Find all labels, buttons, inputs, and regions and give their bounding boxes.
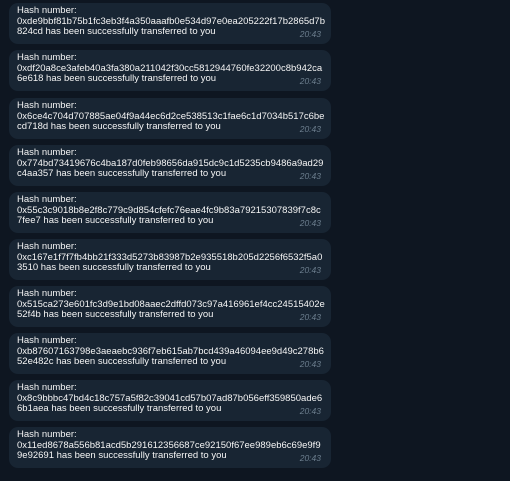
message-time: 20:43 xyxy=(299,359,321,369)
message-bubble[interactable]: Hash number: 0x515ca273e601fc3d9e1bd08aa… xyxy=(9,286,331,327)
message-title: Hash number: xyxy=(17,241,77,252)
message-bubble[interactable]: Hash number: 0xb87607163798e3aeaebc936f7… xyxy=(9,333,331,374)
message-text: 0xde9bbf81b75b1fc3eb3f4a350aaafb0e534d97… xyxy=(17,15,326,37)
message-title: Hash number: xyxy=(17,429,77,440)
message-text: 0xc167e1f7f7fb4bb21f333d5273b83987b2e935… xyxy=(17,251,323,273)
message-text: 0xdf20a8ce3afeb40a3fa380a211042f30cc5812… xyxy=(17,62,323,84)
message-time: 20:43 xyxy=(299,406,321,416)
message-text: 0x55c3c9018b8e2f8c779c9d854cfefc76eae4fc… xyxy=(17,204,321,226)
message-text: 0xb87607163798e3aeaebc936f7eb615ab7bcd43… xyxy=(17,345,324,367)
message-time: 20:43 xyxy=(299,218,321,228)
message-text: 0x11ed8678a556b81acd5b291612356687ce9215… xyxy=(17,439,321,461)
message-bubble[interactable]: Hash number: 0x8c9bbbc47bd4c18c757a5f82c… xyxy=(9,380,331,421)
message-time: 20:43 xyxy=(299,453,321,463)
message-time: 20:43 xyxy=(299,124,321,134)
message-text: 0x8c9bbbc47bd4c18c757a5f82c39041cd57b07a… xyxy=(17,392,323,414)
message-title: Hash number: xyxy=(17,100,77,111)
message-title: Hash number: xyxy=(17,147,77,158)
message-bubble[interactable]: Hash number: 0xde9bbf81b75b1fc3eb3f4a350… xyxy=(9,3,331,44)
message-title: Hash number: xyxy=(17,382,77,393)
message-bubble[interactable]: Hash number: 0x55c3c9018b8e2f8c779c9d854… xyxy=(9,192,331,233)
message-title: Hash number: xyxy=(17,5,77,16)
message-title: Hash number: xyxy=(17,194,77,205)
message-bubble[interactable]: Hash number: 0x11ed8678a556b81acd5b29161… xyxy=(9,427,331,468)
message-bubble[interactable]: Hash number: 0xdf20a8ce3afeb40a3fa380a21… xyxy=(9,50,331,91)
message-time: 20:43 xyxy=(299,76,321,86)
message-text: 0x6ce4c704d707885ae04f9a44ec6d2ce538513c… xyxy=(17,110,325,132)
message-time: 20:43 xyxy=(299,29,321,39)
message-bubble[interactable]: Hash number: 0xc167e1f7f7fb4bb21f333d527… xyxy=(9,239,331,280)
message-time: 20:43 xyxy=(299,171,321,181)
message-time: 20:43 xyxy=(299,265,321,275)
message-bubble[interactable]: Hash number: 0x774bd73419676c4ba187d0feb… xyxy=(9,145,331,186)
message-text: 0x774bd73419676c4ba187d0feb98656da915dc9… xyxy=(17,157,324,179)
message-title: Hash number: xyxy=(17,288,77,299)
message-text: 0x515ca273e601fc3d9e1bd08aaec2dffd073c97… xyxy=(17,298,325,320)
message-title: Hash number: xyxy=(17,335,77,346)
chat-history[interactable]: Hash number: 0xde9bbf81b75b1fc3eb3f4a350… xyxy=(0,0,510,481)
message-time: 20:43 xyxy=(299,312,321,322)
message-title: Hash number: xyxy=(17,52,77,63)
message-bubble[interactable]: Hash number: 0x6ce4c704d707885ae04f9a44e… xyxy=(9,98,331,139)
